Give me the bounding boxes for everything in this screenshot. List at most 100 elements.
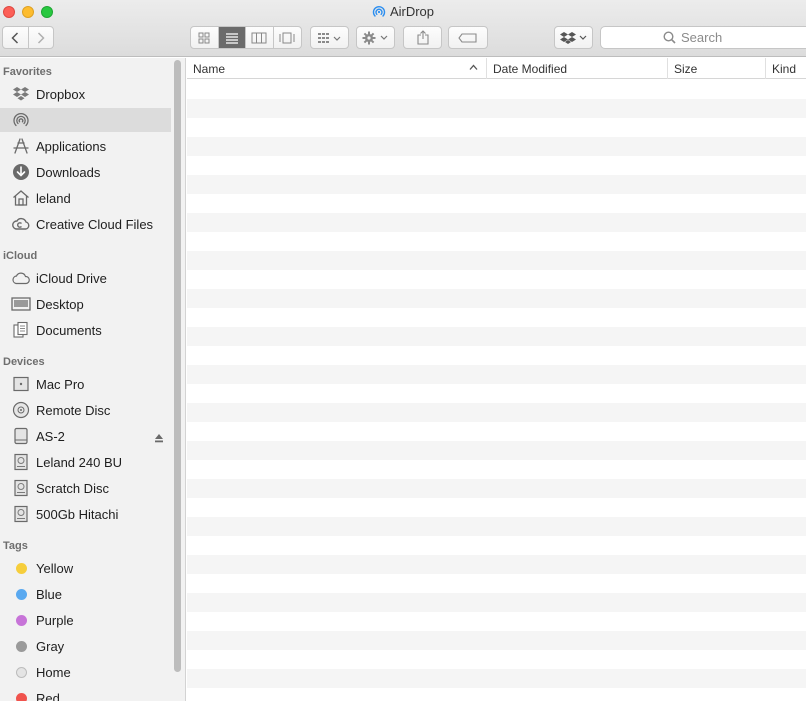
column-header-label: Name: [193, 61, 226, 76]
empty-list-row: [187, 99, 806, 118]
empty-list-row: [187, 688, 806, 701]
empty-list-row: [187, 422, 806, 441]
sidebar-item-mac-pro[interactable]: Mac Pro: [0, 372, 171, 396]
sidebar-item-tag-yellow[interactable]: Yellow: [0, 556, 171, 580]
tag-color-dot: [11, 610, 31, 630]
hard-disk-icon: [11, 504, 31, 524]
icon-view-button[interactable]: [191, 27, 219, 48]
tag-icon: [458, 32, 477, 43]
mac-pro-icon: [11, 374, 31, 394]
hard-disk-icon: [11, 452, 31, 472]
airdrop-icon: [372, 5, 386, 22]
sidebar-item-label: Yellow: [36, 560, 74, 576]
empty-list-row: [187, 460, 806, 479]
sidebar-item-downloads[interactable]: Downloads: [0, 160, 171, 184]
sidebar-item-tag-purple[interactable]: Purple: [0, 608, 171, 632]
sidebar-item-500gb-hitachi[interactable]: 500Gb Hitachi: [0, 502, 171, 526]
sidebar-item-documents[interactable]: Documents: [0, 318, 171, 342]
sidebar-item-label: Desktop: [36, 296, 84, 312]
sidebar-section-favorites: Favorites: [3, 66, 52, 78]
forward-button[interactable]: [29, 27, 54, 48]
column-header-name[interactable]: Name: [187, 58, 486, 79]
sidebar-item-icloud-drive[interactable]: iCloud Drive: [0, 266, 171, 290]
column-view-button[interactable]: [246, 27, 274, 48]
sidebar-item-tag-red[interactable]: Red: [0, 686, 171, 701]
download-icon: [11, 162, 31, 182]
empty-list-row: [187, 137, 806, 156]
column-header-size[interactable]: Size: [667, 58, 765, 79]
empty-list-row: [187, 251, 806, 270]
sidebar-item-label: iCloud Drive: [36, 270, 107, 286]
cloud-icon: [11, 268, 31, 288]
cover-flow-icon: [279, 32, 295, 43]
action-menu-button[interactable]: [356, 26, 395, 49]
sidebar-item-tag-blue[interactable]: Blue: [0, 582, 171, 606]
sidebar-item-label: Dropbox: [36, 86, 86, 102]
empty-list-row: [187, 441, 806, 460]
sidebar-section-tags: Tags: [3, 540, 28, 552]
list-view-button[interactable]: [218, 27, 246, 48]
eject-icon[interactable]: [154, 431, 164, 443]
empty-list-row: [187, 593, 806, 612]
sidebar-scrollbar[interactable]: [174, 60, 181, 672]
sidebar-item-airdrop[interactable]: [0, 108, 171, 132]
sidebar-item-remote-disc[interactable]: Remote Disc: [0, 398, 171, 422]
hard-disk-icon: [11, 478, 31, 498]
sidebar-item-leland-240-bu[interactable]: Leland 240 BU: [0, 450, 171, 474]
arrange-button[interactable]: [310, 26, 349, 49]
search-field[interactable]: Search: [600, 26, 806, 49]
navigation-buttons: [2, 26, 54, 49]
empty-list-row: [187, 346, 806, 365]
share-button[interactable]: [403, 26, 442, 49]
empty-list-row: [187, 384, 806, 403]
cover-flow-view-button[interactable]: [274, 27, 301, 48]
airdrop-icon: [11, 110, 31, 130]
sidebar-item-scratch-disc[interactable]: Scratch Disc: [0, 476, 171, 500]
sidebar-item-label: Leland 240 BU: [36, 454, 123, 470]
list-view-icon: [225, 32, 238, 44]
column-header-kind[interactable]: Kind: [765, 58, 806, 79]
home-icon: [11, 188, 31, 208]
window-toolbar: AirDrop Search: [0, 0, 806, 57]
window-title-text: AirDrop: [389, 4, 435, 19]
sidebar-item-tag-gray[interactable]: Gray: [0, 634, 171, 658]
sidebar-item-label: Red: [36, 690, 60, 701]
empty-list-row: [187, 270, 806, 289]
sidebar-item-dropbox[interactable]: Dropbox: [0, 82, 171, 106]
empty-list-row: [187, 555, 806, 574]
column-header-label: Size: [674, 61, 698, 76]
sidebar-item-label: 500Gb Hitachi: [36, 506, 119, 522]
empty-list-row: [187, 403, 806, 422]
empty-list-row: [187, 80, 806, 99]
sidebar-item-leland[interactable]: leland: [0, 186, 171, 210]
tag-color-dot: [11, 636, 31, 656]
search-placeholder: Search: [681, 30, 723, 45]
tag-color-dot: [11, 688, 31, 701]
drive-icon: [11, 426, 31, 446]
chevron-right-icon: [37, 31, 45, 44]
sidebar-item-desktop[interactable]: Desktop: [0, 292, 171, 316]
column-view-icon: [251, 32, 267, 43]
empty-list-row: [187, 574, 806, 593]
column-header-date-modified[interactable]: Date Modified: [486, 58, 667, 79]
sidebar-section-devices: Devices: [3, 356, 45, 368]
edit-tags-button[interactable]: [448, 26, 488, 49]
sidebar-item-as-2[interactable]: AS-2: [0, 424, 171, 448]
sidebar-item-label: Remote Disc: [36, 402, 111, 418]
chevron-left-icon: [11, 31, 19, 44]
sidebar-section-icloud: iCloud: [3, 250, 38, 262]
sidebar-item-applications[interactable]: Applications: [0, 134, 171, 158]
applications-icon: [11, 136, 31, 156]
sidebar-item-label: Creative Cloud Files: [36, 216, 154, 232]
share-icon: [416, 30, 429, 45]
sidebar-item-tag-home[interactable]: Home: [0, 660, 171, 684]
sidebar-item-creative-cloud[interactable]: Creative Cloud Files: [0, 212, 171, 236]
sidebar-item-label: Blue: [36, 586, 63, 602]
empty-list-row: [187, 308, 806, 327]
empty-list-row: [187, 479, 806, 498]
gear-icon: [362, 31, 387, 44]
dropbox-menu-button[interactable]: [554, 26, 593, 49]
back-button[interactable]: [3, 27, 29, 48]
dropbox-icon: [559, 31, 586, 44]
tag-color-dot: [11, 584, 31, 604]
